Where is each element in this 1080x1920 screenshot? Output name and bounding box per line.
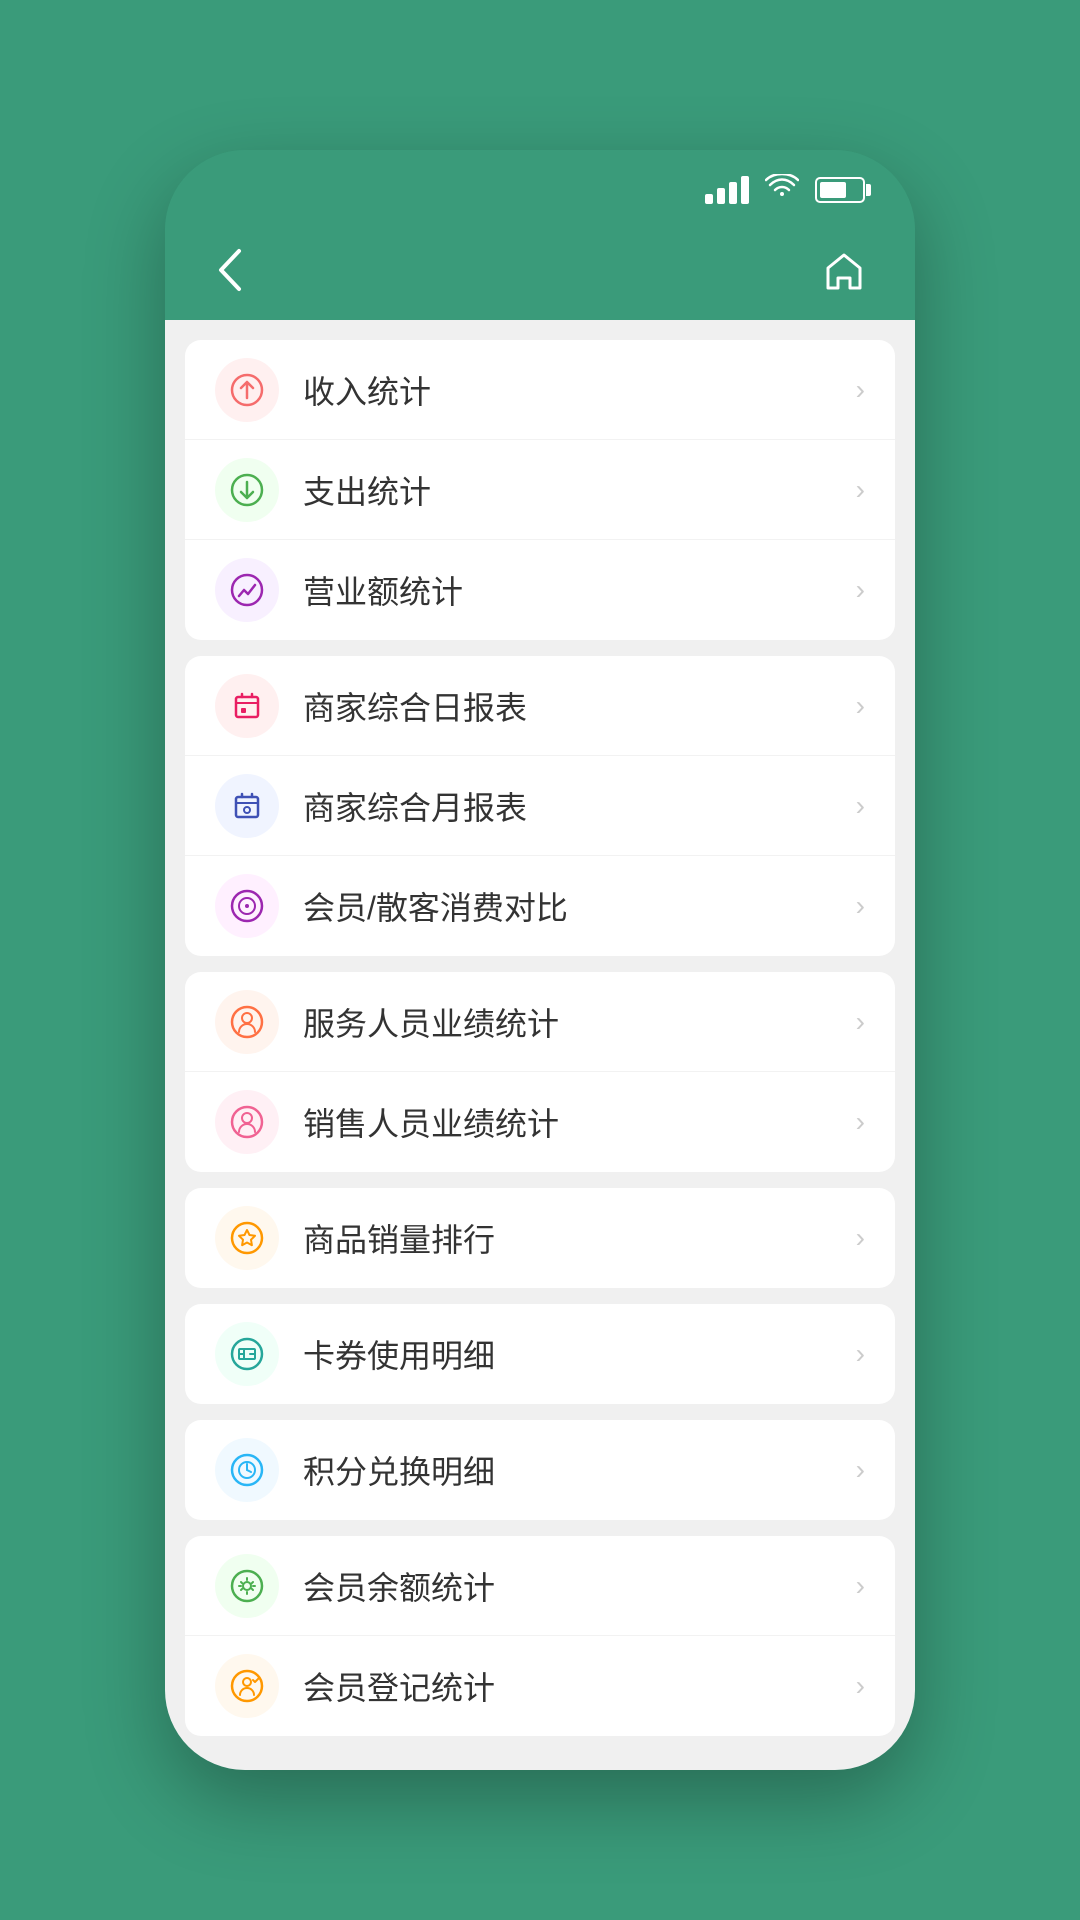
menu-item-service-perf[interactable]: 服务人员业绩统计› (185, 972, 895, 1072)
register-label: 会员登记统计 (303, 1663, 856, 1709)
product-rank-chevron: › (856, 1222, 865, 1254)
signal-icon (705, 176, 749, 204)
monthly-icon (215, 774, 279, 838)
sales-perf-label: 销售人员业绩统计 (303, 1099, 856, 1145)
member-compare-chevron: › (856, 890, 865, 922)
menu-item-revenue[interactable]: 营业额统计› (185, 540, 895, 640)
menu-item-points[interactable]: 积分兑换明细› (185, 1420, 895, 1520)
coupon-label: 卡券使用明细 (303, 1331, 856, 1377)
home-button[interactable] (813, 240, 875, 311)
revenue-chevron: › (856, 574, 865, 606)
monthly-chevron: › (856, 790, 865, 822)
status-bar (165, 150, 915, 230)
nav-bar (165, 230, 915, 320)
back-button[interactable] (205, 237, 255, 314)
income-chevron: › (856, 374, 865, 406)
menu-item-daily[interactable]: 商家综合日报表› (185, 656, 895, 756)
daily-chevron: › (856, 690, 865, 722)
menu-item-monthly[interactable]: 商家综合月报表› (185, 756, 895, 856)
sales-perf-icon (215, 1090, 279, 1154)
menu-item-income[interactable]: 收入统计› (185, 340, 895, 440)
balance-icon (215, 1554, 279, 1618)
card-group-group4: 商品销量排行› (185, 1188, 895, 1288)
card-group-group2: 商家综合日报表› 商家综合月报表› 会员/散客消费对比› (185, 656, 895, 956)
product-rank-icon (215, 1206, 279, 1270)
content-area: 收入统计› 支出统计› 营业额统计› 商家综合日报表› 商家综合月报表› 会员/… (165, 320, 915, 1770)
menu-item-expense[interactable]: 支出统计› (185, 440, 895, 540)
product-rank-label: 商品销量排行 (303, 1215, 856, 1261)
balance-label: 会员余额统计 (303, 1563, 856, 1609)
wifi-icon (765, 174, 799, 207)
menu-item-balance[interactable]: 会员余额统计› (185, 1536, 895, 1636)
register-chevron: › (856, 1670, 865, 1702)
menu-item-member-compare[interactable]: 会员/散客消费对比› (185, 856, 895, 956)
revenue-icon (215, 558, 279, 622)
card-group-group7: 会员余额统计› 会员登记统计› (185, 1536, 895, 1736)
status-icons (705, 174, 865, 207)
member-compare-label: 会员/散客消费对比 (303, 883, 856, 929)
menu-item-product-rank[interactable]: 商品销量排行› (185, 1188, 895, 1288)
expense-chevron: › (856, 474, 865, 506)
daily-icon (215, 674, 279, 738)
points-icon (215, 1438, 279, 1502)
card-group-group5: 卡券使用明细› (185, 1304, 895, 1404)
phone-frame: 收入统计› 支出统计› 营业额统计› 商家综合日报表› 商家综合月报表› 会员/… (165, 150, 915, 1770)
income-icon (215, 358, 279, 422)
monthly-label: 商家综合月报表 (303, 783, 856, 829)
menu-item-register[interactable]: 会员登记统计› (185, 1636, 895, 1736)
balance-chevron: › (856, 1570, 865, 1602)
service-perf-icon (215, 990, 279, 1054)
member-compare-icon (215, 874, 279, 938)
battery-icon (815, 177, 865, 203)
points-chevron: › (856, 1454, 865, 1486)
menu-item-sales-perf[interactable]: 销售人员业绩统计› (185, 1072, 895, 1172)
menu-item-coupon[interactable]: 卡券使用明细› (185, 1304, 895, 1404)
card-group-group6: 积分兑换明细› (185, 1420, 895, 1520)
points-label: 积分兑换明细 (303, 1447, 856, 1493)
coupon-icon (215, 1322, 279, 1386)
card-group-group3: 服务人员业绩统计› 销售人员业绩统计› (185, 972, 895, 1172)
card-group-group1: 收入统计› 支出统计› 营业额统计› (185, 340, 895, 640)
expense-icon (215, 458, 279, 522)
daily-label: 商家综合日报表 (303, 683, 856, 729)
sales-perf-chevron: › (856, 1106, 865, 1138)
coupon-chevron: › (856, 1338, 865, 1370)
register-icon (215, 1654, 279, 1718)
expense-label: 支出统计 (303, 467, 856, 513)
income-label: 收入统计 (303, 367, 856, 413)
service-perf-chevron: › (856, 1006, 865, 1038)
service-perf-label: 服务人员业绩统计 (303, 999, 856, 1045)
revenue-label: 营业额统计 (303, 567, 856, 613)
